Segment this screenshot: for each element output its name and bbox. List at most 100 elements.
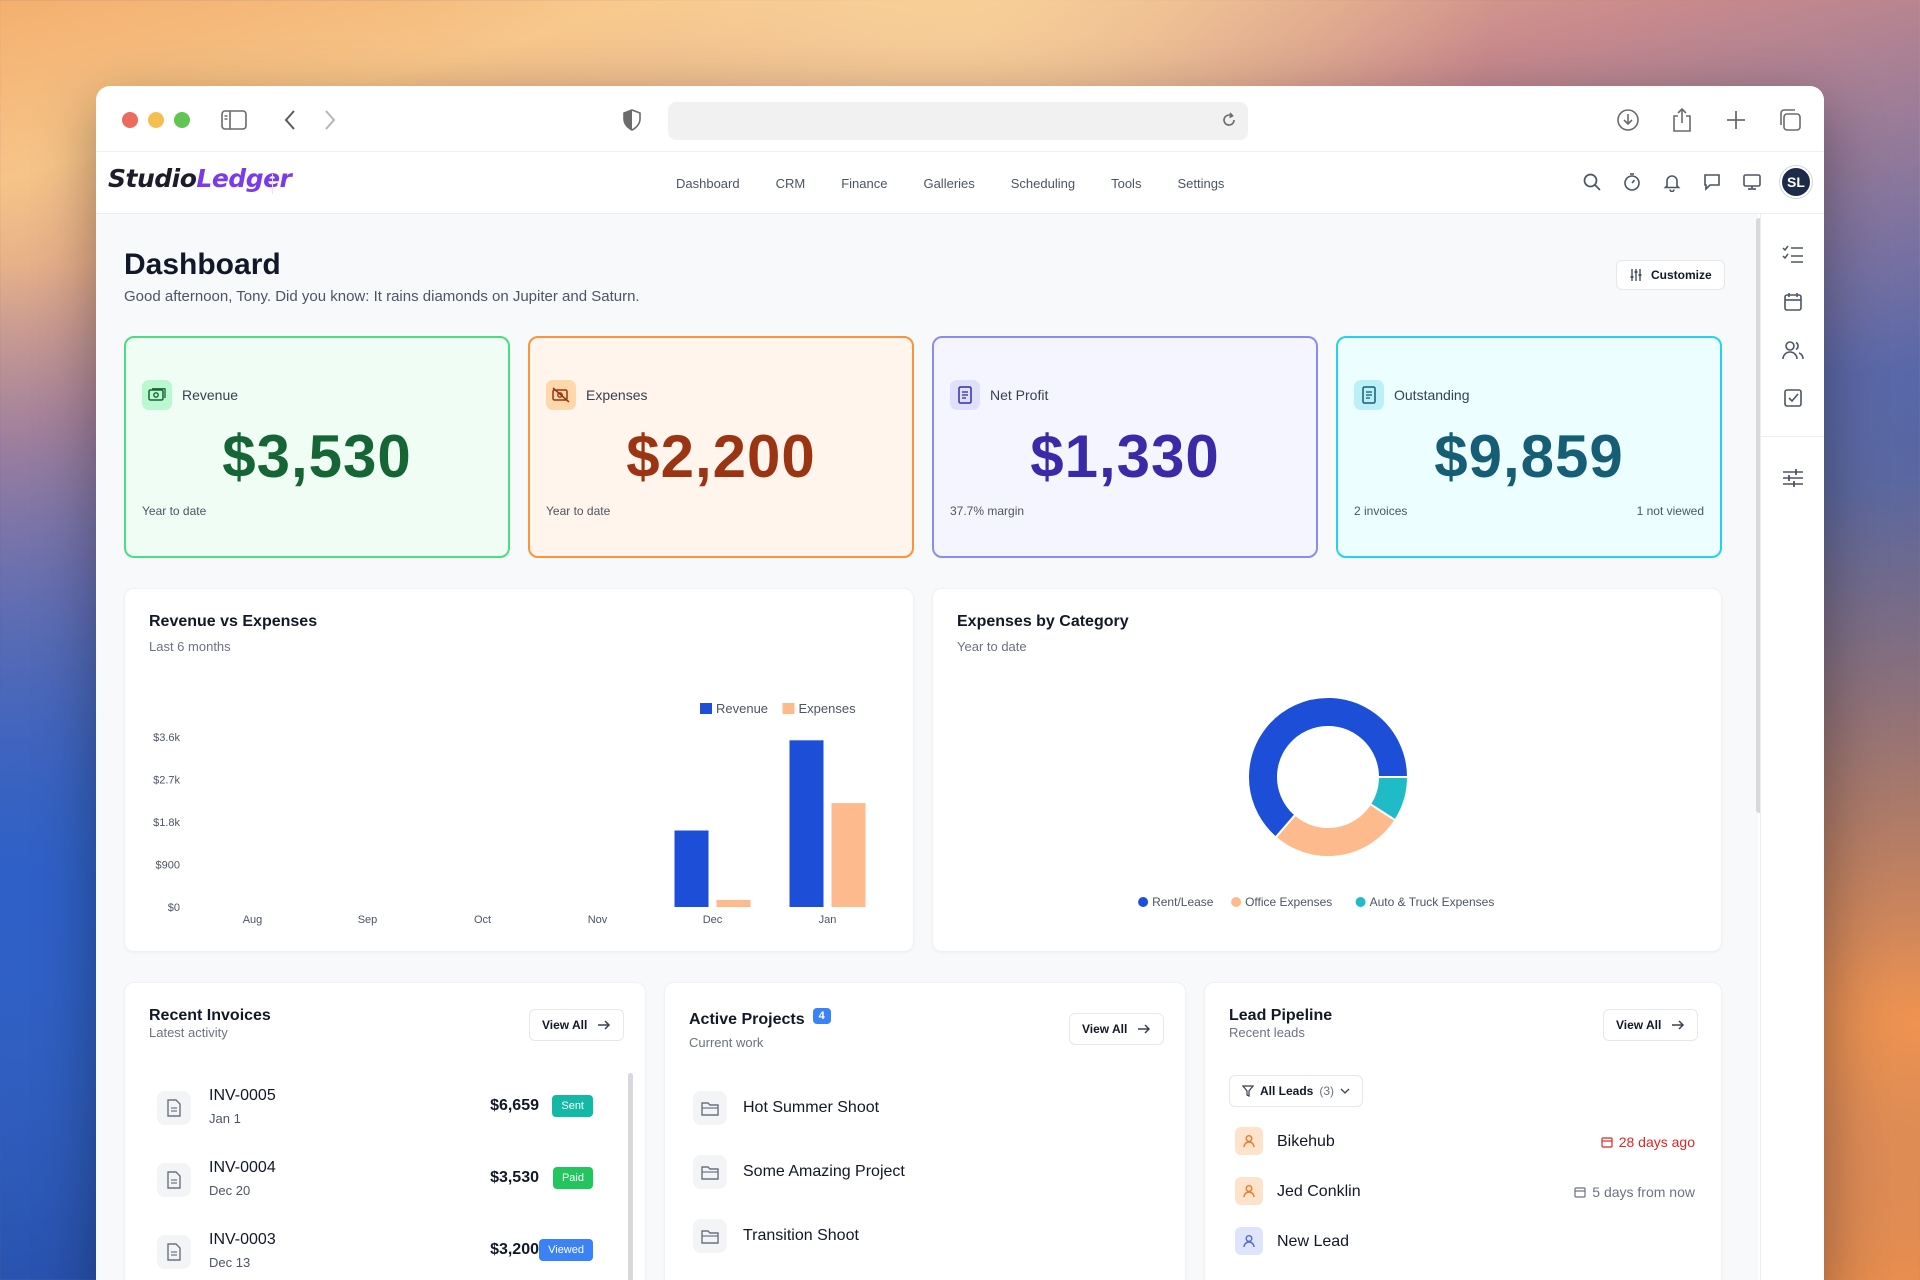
- nav-tools[interactable]: Tools: [1093, 176, 1159, 191]
- bell-icon[interactable]: [1660, 170, 1684, 194]
- search-icon[interactable]: [1580, 170, 1604, 194]
- legend-dot: [1231, 897, 1242, 907]
- view-all-label: View All: [1082, 1022, 1128, 1036]
- projects-count-badge: 4: [812, 1008, 831, 1024]
- lead-item[interactable]: Jed Conklin 5 days from now: [1235, 1177, 1695, 1207]
- expenses-label: Expenses: [586, 387, 648, 403]
- y-tick-label: $900: [156, 860, 180, 872]
- revenue-bar: [789, 740, 824, 907]
- invoices-view-all-button[interactable]: View All: [529, 1009, 625, 1041]
- checklist-icon[interactable]: [1781, 242, 1805, 266]
- legend-label: Office Expenses: [1245, 895, 1332, 909]
- traffic-lights: [122, 112, 190, 128]
- new-tab-icon[interactable]: [1722, 106, 1750, 134]
- nav-finance[interactable]: Finance: [823, 176, 905, 191]
- lead-name: Jed Conklin: [1277, 1183, 1361, 1200]
- nav-crm[interactable]: CRM: [758, 176, 824, 191]
- lead-item[interactable]: New Lead: [1235, 1227, 1695, 1257]
- lead-follow-up: 5 days from now: [1574, 1184, 1695, 1200]
- x-tick-label: Nov: [588, 914, 608, 926]
- monitor-icon[interactable]: [1740, 170, 1764, 194]
- view-all-label: View All: [1616, 1018, 1662, 1032]
- tabs-icon[interactable]: [1776, 106, 1804, 134]
- timer-icon[interactable]: [1620, 170, 1644, 194]
- legend-swatch: [700, 703, 712, 714]
- chat-icon[interactable]: [1700, 170, 1724, 194]
- receipt-icon: [950, 380, 980, 410]
- download-icon[interactable]: [1614, 106, 1642, 134]
- page-title: Dashboard: [124, 248, 281, 281]
- project-name: Hot Summer Shoot: [743, 1099, 880, 1116]
- toolbar-divider: [1761, 436, 1824, 437]
- invoice-number: INV-0004: [209, 1159, 276, 1176]
- calendar-icon[interactable]: [1781, 290, 1805, 314]
- nav-scheduling[interactable]: Scheduling: [993, 176, 1093, 191]
- status-badge: Paid: [552, 1167, 593, 1189]
- customize-button[interactable]: Customize: [1616, 260, 1725, 290]
- zoom-window-button[interactable]: [174, 112, 190, 128]
- revenue-bar: [674, 830, 709, 907]
- close-window-button[interactable]: [122, 112, 138, 128]
- sliders-icon[interactable]: [1781, 466, 1805, 490]
- outstanding-not-viewed: 1 not viewed: [1636, 504, 1704, 518]
- net-profit-card[interactable]: Net Profit $1,330 37.7% margin: [932, 336, 1318, 558]
- lead-follow-up: 28 days ago: [1601, 1134, 1695, 1150]
- outstanding-value: $9,859: [1434, 423, 1624, 490]
- outstanding-card[interactable]: Outstanding $9,859 2 invoices 1 not view…: [1336, 336, 1722, 558]
- minimize-window-button[interactable]: [148, 112, 164, 128]
- studioledger-logo[interactable]: StudioLedger: [108, 164, 292, 193]
- users-icon[interactable]: [1781, 338, 1805, 362]
- expenses-card[interactable]: Expenses $2,200 Year to date: [528, 336, 914, 558]
- leads-filter-dropdown[interactable]: All Leads (3): [1229, 1075, 1364, 1107]
- invoice-row[interactable]: INV-0005 Jan 1 $6,659 Sent: [153, 1079, 593, 1139]
- status-badge: Viewed: [539, 1239, 593, 1261]
- revenue-card[interactable]: Revenue $3,530 Year to date: [124, 336, 510, 558]
- reload-icon[interactable]: [1220, 111, 1238, 134]
- status-badge: Sent: [552, 1095, 593, 1117]
- expenses-value: $2,200: [626, 423, 816, 490]
- lead-when-text: 5 days from now: [1592, 1184, 1695, 1200]
- y-tick-label: $1.8k: [153, 817, 180, 829]
- legend-swatch: [782, 703, 795, 714]
- sidebar-icon[interactable]: [220, 106, 248, 134]
- invoice-row[interactable]: INV-0004 Dec 20 $3,530 Paid: [153, 1151, 593, 1211]
- browser-toolbar: [96, 86, 1824, 152]
- net-profit-value: $1,330: [1030, 423, 1220, 490]
- chevron-down-icon: [1340, 1088, 1350, 1094]
- back-icon[interactable]: [276, 106, 304, 134]
- expenses-by-category-panel: Expenses by Category Year to date Rent/L…: [932, 588, 1722, 952]
- nav-galleries[interactable]: Galleries: [905, 176, 992, 191]
- project-name: Some Amazing Project: [743, 1163, 905, 1180]
- header-actions: SL: [1580, 166, 1812, 198]
- forward-icon[interactable]: [316, 106, 344, 134]
- x-tick-label: Sep: [358, 914, 378, 926]
- invoices-scrollbar[interactable]: [628, 1073, 633, 1280]
- lead-when-text: 28 days ago: [1618, 1134, 1695, 1150]
- invoice-row[interactable]: INV-0003 Dec 13 $3,200 Viewed: [153, 1223, 593, 1280]
- user-avatar[interactable]: SL: [1780, 166, 1812, 198]
- person-icon: [1235, 1227, 1263, 1255]
- document-icon: [157, 1091, 191, 1125]
- expenses-bar: [716, 899, 751, 907]
- lead-item[interactable]: Bikehub 28 days ago: [1235, 1127, 1695, 1157]
- invoice-amount: $3,200: [490, 1241, 539, 1258]
- right-toolbar: [1760, 214, 1824, 1280]
- shield-icon[interactable]: [618, 106, 646, 134]
- nav-dashboard[interactable]: Dashboard: [658, 176, 758, 191]
- checkbox-icon[interactable]: [1781, 386, 1805, 410]
- app-header: StudioLedger Dashboard CRM Finance Galle…: [96, 152, 1824, 214]
- nav-settings[interactable]: Settings: [1159, 176, 1242, 191]
- legend-dot: [1138, 897, 1149, 907]
- main-nav: Dashboard CRM Finance Galleries Scheduli…: [658, 152, 1242, 214]
- folder-icon: [693, 1219, 727, 1253]
- sliders-icon: [1630, 269, 1642, 281]
- projects-subtitle: Current work: [689, 1035, 764, 1050]
- invoice-date: Dec 13: [209, 1255, 251, 1270]
- projects-view-all-button[interactable]: View All: [1069, 1013, 1165, 1045]
- revenue-vs-expenses-panel: Revenue vs Expenses Last 6 months $0 $900…: [124, 588, 914, 952]
- logo-divider: [272, 174, 273, 194]
- browser-window: StudioLedger Dashboard CRM Finance Galle…: [96, 86, 1824, 1280]
- share-icon[interactable]: [1668, 106, 1696, 134]
- address-bar[interactable]: [668, 102, 1248, 140]
- leads-view-all-button[interactable]: View All: [1603, 1009, 1699, 1041]
